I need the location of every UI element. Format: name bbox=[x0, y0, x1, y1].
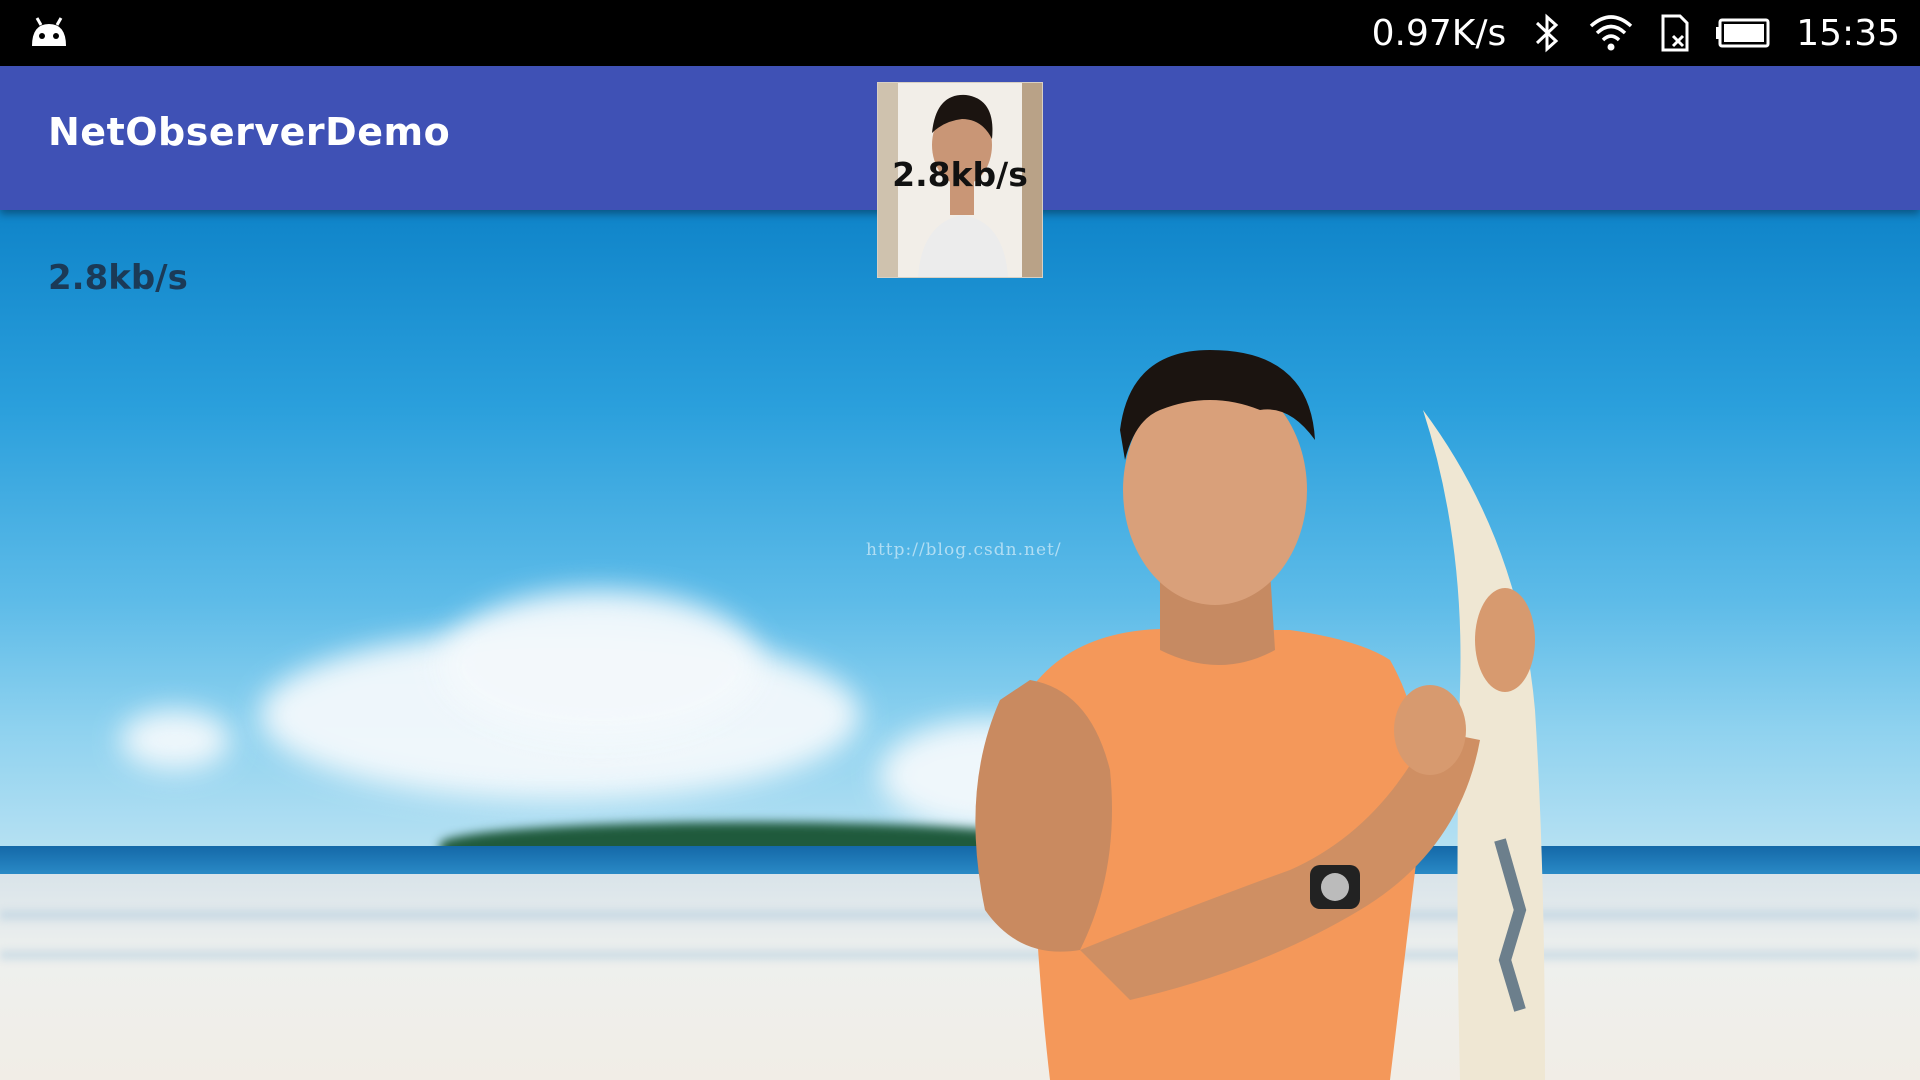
cloud bbox=[120, 710, 230, 770]
wifi-icon bbox=[1590, 15, 1633, 51]
cloud bbox=[440, 590, 760, 740]
battery-icon bbox=[1716, 18, 1770, 48]
status-bar: 0.97K/s 15:35 bbox=[0, 0, 1920, 66]
app-title: NetObserverDemo bbox=[48, 110, 451, 154]
clock: 15:35 bbox=[1796, 12, 1900, 54]
surfer-figure bbox=[975, 350, 1545, 1080]
network-speed-text: 0.97K/s bbox=[1371, 12, 1507, 54]
bluetooth-icon bbox=[1536, 13, 1559, 53]
floating-thumbnail[interactable]: 2.8kb/s bbox=[877, 82, 1043, 278]
background-image: 2.8kb/s http://blog.csdn.net/ bbox=[0, 210, 1920, 1080]
sim-none-icon bbox=[1661, 14, 1689, 52]
thumbnail-speed-label: 2.8kb/s bbox=[892, 155, 1028, 194]
speed-label: 2.8kb/s bbox=[48, 258, 188, 298]
android-notification-icon bbox=[32, 17, 66, 46]
